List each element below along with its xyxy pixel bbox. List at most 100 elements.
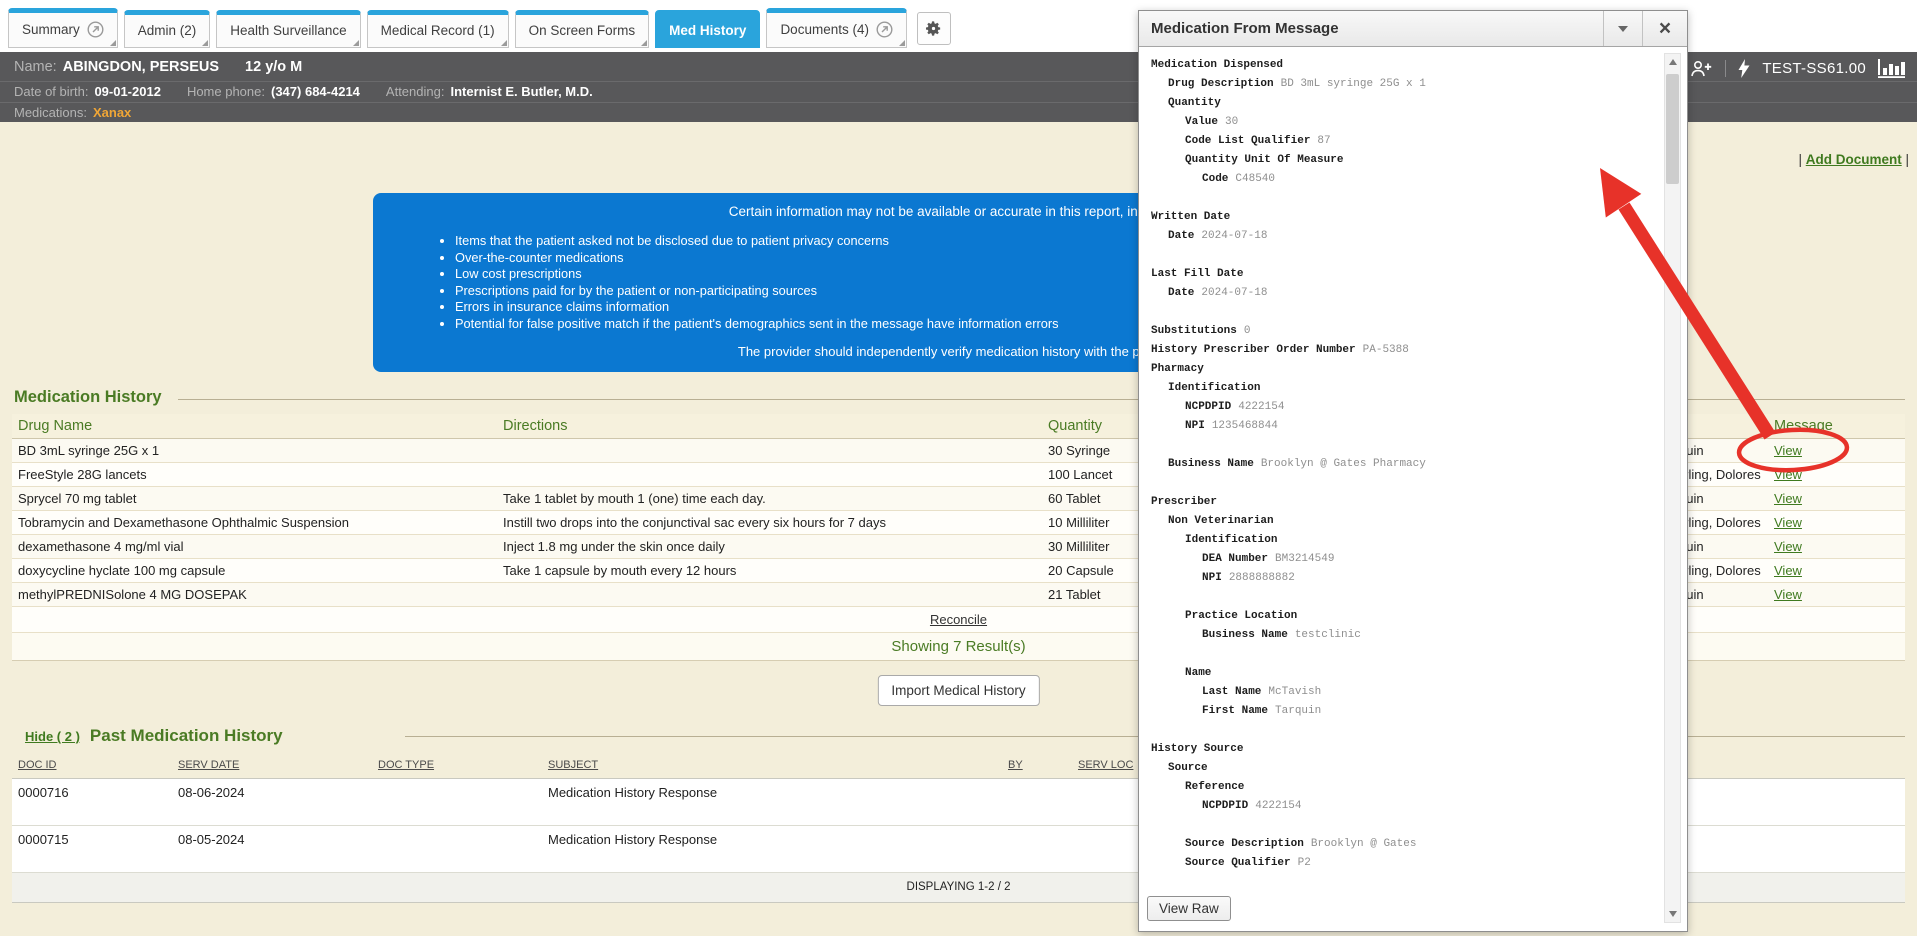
- field-value: 4222154: [1255, 800, 1301, 812]
- field-name: Prescriber: [1151, 496, 1217, 508]
- lightning-bolt-icon[interactable]: [1738, 59, 1750, 78]
- view-message-link[interactable]: View: [1774, 443, 1802, 458]
- tab-medical-record[interactable]: Medical Record (1): [367, 10, 509, 48]
- field-value: BD 3mL syringe 25G x 1: [1281, 78, 1426, 90]
- col-doc-type[interactable]: DOC TYPE: [378, 759, 434, 771]
- close-icon: ×: [1659, 18, 1671, 39]
- message-tree: Medication Dispensed Drug DescriptionBD …: [1151, 56, 1657, 873]
- scroll-down-arrow[interactable]: [1665, 906, 1680, 922]
- message-line: Date2024-07-18: [1151, 284, 1657, 303]
- tab-summary[interactable]: Summary: [8, 8, 118, 48]
- message-line: Practice Location: [1151, 607, 1657, 626]
- tab-documents[interactable]: Documents (4): [766, 8, 907, 48]
- view-message-link[interactable]: View: [1774, 515, 1802, 530]
- tab-health-surveillance[interactable]: Health Surveillance: [216, 10, 360, 48]
- view-message-link[interactable]: View: [1774, 539, 1802, 554]
- medications-value[interactable]: Xanax: [93, 105, 131, 120]
- message-line: [1151, 189, 1657, 208]
- settings-button[interactable]: [917, 12, 951, 45]
- patient-phone: (347) 684-4214: [271, 84, 360, 99]
- tab-admin[interactable]: Admin (2): [124, 10, 211, 48]
- add-document-row: | Add Document |: [1798, 152, 1909, 167]
- doc-id-cell: 0000716: [12, 778, 172, 825]
- message-line: Prescriber: [1151, 493, 1657, 512]
- col-by[interactable]: BY: [1008, 759, 1023, 771]
- pipe: |: [1798, 152, 1802, 167]
- message-line: Drug DescriptionBD 3mL syringe 25G x 1: [1151, 75, 1657, 94]
- message-line: [1151, 721, 1657, 740]
- tab-on-screen-forms[interactable]: On Screen Forms: [515, 10, 650, 48]
- dialog-scrollbar[interactable]: [1664, 53, 1681, 923]
- field-value: 4222154: [1238, 401, 1284, 413]
- pipe: |: [1905, 152, 1909, 167]
- col-doc-id[interactable]: DOC ID: [18, 759, 57, 771]
- tab-med-history[interactable]: Med History: [655, 10, 760, 48]
- view-message-link[interactable]: View: [1774, 467, 1802, 482]
- external-link-icon: [87, 21, 104, 38]
- field-name: Identification: [1168, 382, 1260, 394]
- directions-cell: [497, 582, 1042, 606]
- view-message-link[interactable]: View: [1774, 587, 1802, 602]
- directions-cell: [497, 462, 1042, 486]
- field-value: 2024-07-18: [1201, 230, 1267, 242]
- field-name: Code List Qualifier: [1185, 135, 1310, 147]
- message-line: Value30: [1151, 113, 1657, 132]
- subject-cell: Medication History Response: [542, 825, 1002, 872]
- col-subject[interactable]: SUBJECT: [548, 759, 598, 771]
- field-value: Brooklyn @ Gates: [1311, 838, 1417, 850]
- view-message-link[interactable]: View: [1774, 563, 1802, 578]
- field-name: Quantity: [1168, 97, 1221, 109]
- scrollbar-thumb[interactable]: [1666, 74, 1679, 184]
- col-serv-date[interactable]: SERV DATE: [178, 759, 239, 771]
- scroll-up-arrow[interactable]: [1665, 54, 1680, 70]
- field-name: History Prescriber Order Number: [1151, 344, 1356, 356]
- divider: [1725, 60, 1726, 77]
- message-line: Identification: [1151, 531, 1657, 550]
- field-name: Business Name: [1202, 629, 1288, 641]
- dialog-close-button[interactable]: ×: [1643, 11, 1687, 46]
- attending-label: Attending:: [386, 84, 445, 99]
- name-label: Name:: [14, 59, 57, 75]
- chart-icon[interactable]: [1878, 58, 1905, 78]
- col-directions: Directions: [497, 414, 1042, 438]
- doc-id-cell: 0000715: [12, 825, 172, 872]
- hide-count-link[interactable]: Hide ( 2 ): [25, 729, 80, 744]
- message-line: Identification: [1151, 379, 1657, 398]
- dialog-menu-button[interactable]: [1603, 11, 1643, 46]
- message-line: NCPDPID4222154: [1151, 797, 1657, 816]
- message-line: Last NameMcTavish: [1151, 683, 1657, 702]
- field-value: 87: [1317, 135, 1330, 147]
- patient-dob: 09-01-2012: [94, 84, 161, 99]
- dialog-body: Medication Dispensed Drug DescriptionBD …: [1139, 48, 1687, 931]
- directions-cell: Inject 1.8 mg under the skin once daily: [497, 534, 1042, 558]
- field-name: Reference: [1185, 781, 1244, 793]
- directions-cell: [497, 438, 1042, 462]
- import-medical-history-button[interactable]: Import Medical History: [877, 675, 1039, 706]
- view-message-link[interactable]: View: [1774, 491, 1802, 506]
- med-history-page: Summary Admin (2) Health Surveillance Me…: [0, 0, 1917, 936]
- field-value: BM3214549: [1275, 553, 1334, 565]
- reconcile-link[interactable]: Reconcile: [930, 612, 987, 627]
- field-name: Last Name: [1202, 686, 1261, 698]
- view-raw-button[interactable]: View Raw: [1147, 896, 1231, 921]
- message-line: CodeC48540: [1151, 170, 1657, 189]
- field-name: Date: [1168, 230, 1194, 242]
- field-name: Quantity Unit Of Measure: [1185, 154, 1343, 166]
- field-value: 0: [1244, 325, 1251, 337]
- message-line: [1151, 645, 1657, 664]
- message-line: Date 2024-07-18: [1151, 227, 1657, 246]
- message-line: [1151, 474, 1657, 493]
- col-serv-loc[interactable]: SERV LOC: [1078, 759, 1133, 771]
- add-document-link[interactable]: Add Document: [1806, 152, 1902, 167]
- message-line: Reference: [1151, 778, 1657, 797]
- message-line: Quantity Unit Of Measure: [1151, 151, 1657, 170]
- serv-date-cell: 08-05-2024: [172, 825, 372, 872]
- drug-name-cell: dexamethasone 4 mg/ml vial: [12, 534, 497, 558]
- dialog-header[interactable]: Medication From Message ×: [1139, 11, 1687, 47]
- subject-cell: Medication History Response: [542, 778, 1002, 825]
- doc-type-cell: [372, 778, 542, 825]
- add-user-icon[interactable]: [1690, 60, 1713, 77]
- tab-label: Documents (4): [780, 22, 869, 37]
- tab-label: Health Surveillance: [230, 23, 346, 38]
- col-message: Message: [1768, 414, 1905, 438]
